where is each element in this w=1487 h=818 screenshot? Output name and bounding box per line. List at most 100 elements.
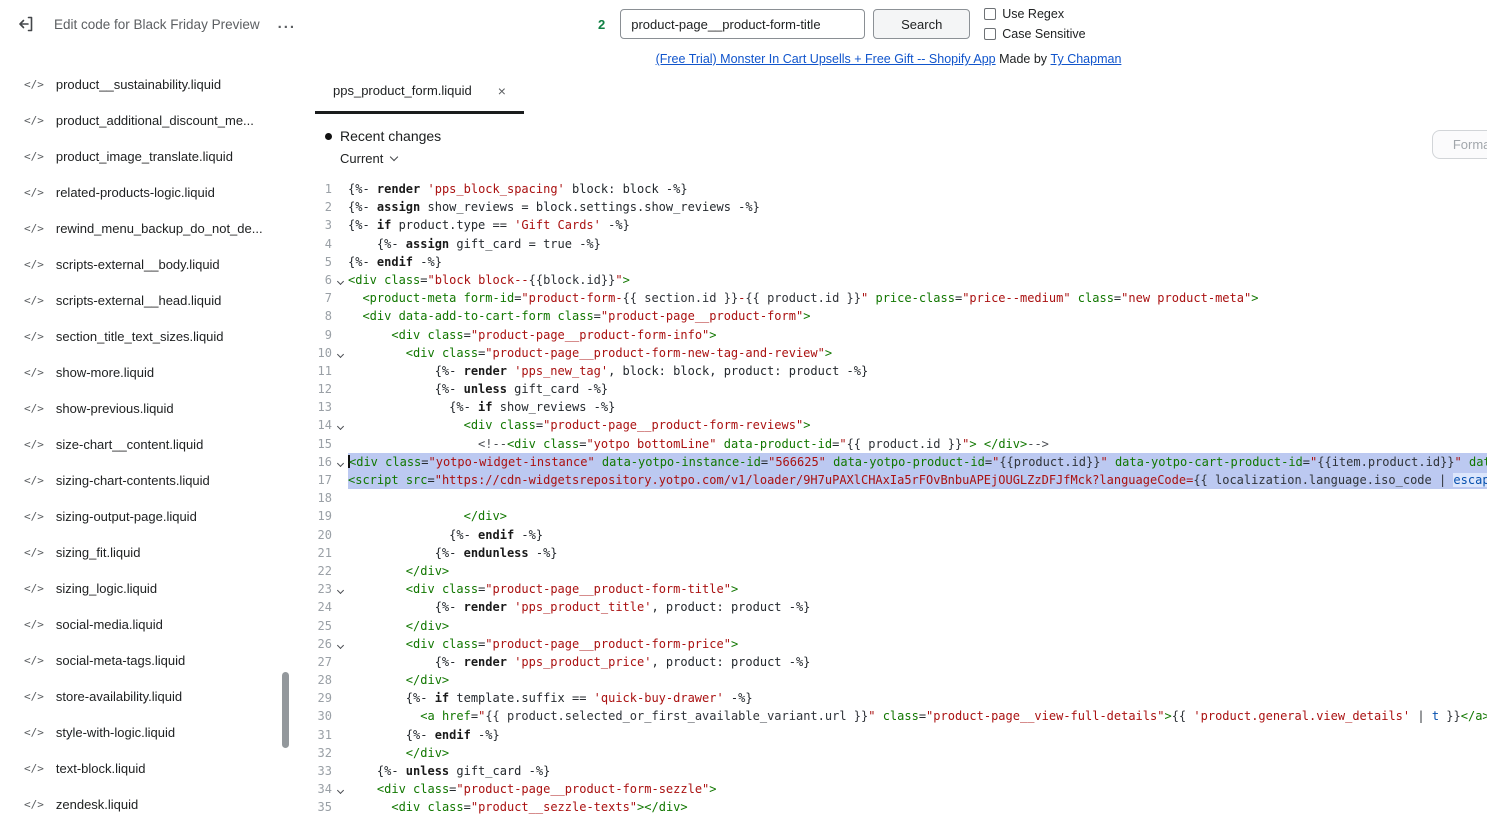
code-line[interactable]: 10 <div class="product-page__product-for… <box>290 344 1487 362</box>
code-line[interactable]: 26 <div class="product-page__product-for… <box>290 635 1487 653</box>
code-line[interactable]: 35 <div class="product__sezzle-texts"></… <box>290 798 1487 816</box>
code-line[interactable]: 29 {%- if template.suffix == 'quick-buy-… <box>290 689 1487 707</box>
code-line[interactable]: 19 </div> <box>290 507 1487 525</box>
code-text[interactable]: {%- endif -%} <box>348 253 1487 271</box>
sidebar-file-item[interactable]: </> size-chart__content.liquid <box>0 426 290 462</box>
code-text[interactable]: <div class="yotpo-widget-instance" data-… <box>348 452 1487 471</box>
code-text[interactable]: {%- if show_reviews -%} <box>348 398 1487 416</box>
code-line[interactable]: 14 <div class="product-page__product-for… <box>290 416 1487 434</box>
code-line[interactable]: 7 <product-meta form-id="product-form-{{… <box>290 289 1487 307</box>
code-line[interactable]: 24 {%- render 'pps_product_title', produ… <box>290 598 1487 616</box>
code-text[interactable]: {%- assign show_reviews = block.settings… <box>348 198 1487 216</box>
code-text[interactable]: {%- if template.suffix == 'quick-buy-dra… <box>348 689 1487 707</box>
sidebar-file-item[interactable]: </> text-block.liquid <box>0 750 290 786</box>
search-button[interactable]: Search <box>873 9 971 39</box>
code-text[interactable]: {%- render 'pps_new_tag', block: block, … <box>348 362 1487 380</box>
code-text[interactable]: {%- render 'pps_block_spacing' block: bl… <box>348 180 1487 198</box>
format-button[interactable]: Format <box>1431 130 1487 159</box>
code-line[interactable]: 9 <div class="product-page__product-form… <box>290 326 1487 344</box>
code-line[interactable]: 33 {%- unless gift_card -%} <box>290 762 1487 780</box>
code-line[interactable]: 30 <a href="{{ product.selected_or_first… <box>290 707 1487 725</box>
fold-chevron-icon[interactable] <box>336 587 344 595</box>
code-line[interactable]: 8 <div data-add-to-cart-form class="prod… <box>290 307 1487 325</box>
code-line[interactable]: 6 <div class="block block--{{block.id}}"> <box>290 271 1487 289</box>
code-line[interactable]: 22 </div> <box>290 562 1487 580</box>
sidebar-file-item[interactable]: </> product_additional_discount_me... <box>0 102 290 138</box>
use-regex-checkbox[interactable] <box>984 8 997 20</box>
sidebar-file-item[interactable]: </> sizing-output-page.liquid <box>0 498 290 534</box>
sidebar-file-item[interactable]: </> sizing_logic.liquid <box>0 570 290 606</box>
sidebar-file-item[interactable]: </> section_title_text_sizes.liquid <box>0 318 290 354</box>
code-line[interactable]: 2 {%- assign show_reviews = block.setting… <box>290 198 1487 216</box>
code-text[interactable]: <a href="{{ product.selected_or_first_av… <box>348 707 1487 725</box>
sidebar-file-item[interactable]: </> scripts-external__head.liquid <box>0 282 290 318</box>
code-line[interactable]: 11 {%- render 'pps_new_tag', block: bloc… <box>290 362 1487 380</box>
sidebar-file-item[interactable]: </> show-more.liquid <box>0 354 290 390</box>
code-line[interactable]: 27 {%- render 'pps_product_price', produ… <box>290 653 1487 671</box>
code-text[interactable]: <div class="product-page__product-form-r… <box>348 416 1487 434</box>
code-text[interactable]: <div class="product-page__product-form-n… <box>348 344 1487 362</box>
sidebar-scrollbar[interactable] <box>282 672 289 748</box>
code-line[interactable]: 31 {%- endif -%} <box>290 726 1487 744</box>
code-text[interactable]: <!--<div class="yotpo bottomLine" data-p… <box>348 435 1487 453</box>
code-text[interactable]: <div class="product__sezzle-texts"></div… <box>348 798 1487 816</box>
code-line[interactable]: 18 <box>290 489 1487 507</box>
code-text[interactable]: {%- endunless -%} <box>348 544 1487 562</box>
use-regex-option[interactable]: Use Regex <box>984 7 1085 21</box>
code-text[interactable]: <div class="product-page__product-form-t… <box>348 580 1487 598</box>
code-text[interactable]: </div> <box>348 562 1487 580</box>
author-link[interactable]: Ty Chapman <box>1051 52 1122 66</box>
code-line[interactable]: 13 {%- if show_reviews -%} <box>290 398 1487 416</box>
code-line[interactable]: 34 <div class="product-page__product-for… <box>290 780 1487 798</box>
code-text[interactable]: {%- unless gift_card -%} <box>348 380 1487 398</box>
sidebar-file-item[interactable]: </> scripts-external__body.liquid <box>0 246 290 282</box>
code-text[interactable]: <div class="product-page__product-form-s… <box>348 780 1487 798</box>
code-line[interactable]: 1 {%- render 'pps_block_spacing' block: b… <box>290 180 1487 198</box>
code-line[interactable]: 17 <script src="https://cdn-widgetsreposi… <box>290 471 1487 490</box>
fold-chevron-icon[interactable] <box>336 787 344 795</box>
sidebar-file-item[interactable]: </> related-products-logic.liquid <box>0 174 290 210</box>
code-text[interactable]: </div> <box>348 744 1487 762</box>
code-line[interactable]: 15 <!--<div class="yotpo bottomLine" dat… <box>290 435 1487 453</box>
sidebar-file-item[interactable]: </> product_image_translate.liquid <box>0 138 290 174</box>
code-text[interactable]: {%- assign gift_card = true -%} <box>348 235 1487 253</box>
case-sensitive-checkbox[interactable] <box>984 28 997 40</box>
case-sensitive-option[interactable]: Case Sensitive <box>984 27 1086 41</box>
code-line[interactable]: 5 {%- endif -%} <box>290 253 1487 271</box>
code-text[interactable]: <div data-add-to-cart-form class="produc… <box>348 307 1487 325</box>
overflow-menu-button[interactable]: ... <box>276 15 299 33</box>
code-text[interactable]: <div class="product-page__product-form-i… <box>348 326 1487 344</box>
sidebar-file-item[interactable]: </> show-previous.liquid <box>0 390 290 426</box>
sidebar-file-item[interactable]: </> rewind_menu_backup_do_not_de... <box>0 210 290 246</box>
code-text[interactable]: {%- render 'pps_product_title', product:… <box>348 598 1487 616</box>
version-dropdown[interactable]: Current <box>340 151 399 166</box>
sidebar-file-item[interactable]: </> zendesk.liquid <box>0 786 290 818</box>
fold-chevron-icon[interactable] <box>336 459 344 467</box>
code-text[interactable]: {%- endif -%} <box>348 526 1487 544</box>
sidebar-file-item[interactable]: </> store-availability.liquid <box>0 678 290 714</box>
code-line[interactable]: 21 {%- endunless -%} <box>290 544 1487 562</box>
code-line[interactable]: 25 </div> <box>290 617 1487 635</box>
code-line[interactable]: 20 {%- endif -%} <box>290 526 1487 544</box>
code-line[interactable]: 23 <div class="product-page__product-for… <box>290 580 1487 598</box>
exit-button[interactable] <box>14 12 38 36</box>
code-line[interactable]: 16 <div class="yotpo-widget-instance" dat… <box>290 452 1487 471</box>
code-text[interactable]: {%- if product.type == 'Gift Cards' -%} <box>348 216 1487 234</box>
sidebar-file-item[interactable]: </> product__sustainability.liquid <box>0 66 290 102</box>
sidebar-file-item[interactable]: </> social-media.liquid <box>0 606 290 642</box>
code-line[interactable]: 12 {%- unless gift_card -%} <box>290 380 1487 398</box>
code-text[interactable]: <div class="block block--{{block.id}}"> <box>348 271 1487 289</box>
code-line[interactable]: 4 {%- assign gift_card = true -%} <box>290 235 1487 253</box>
code-text[interactable]: {%- endif -%} <box>348 726 1487 744</box>
sidebar-file-item[interactable]: </> sizing-chart-contents.liquid <box>0 462 290 498</box>
code-line[interactable]: 32 </div> <box>290 744 1487 762</box>
tab-pps-product-form[interactable]: pps_product_form.liquid × <box>315 70 524 114</box>
code-text[interactable]: {%- unless gift_card -%} <box>348 762 1487 780</box>
code-text[interactable]: </div> <box>348 507 1487 525</box>
code-text[interactable]: </div> <box>348 671 1487 689</box>
code-line[interactable]: 3 {%- if product.type == 'Gift Cards' -%} <box>290 216 1487 234</box>
fold-chevron-icon[interactable] <box>336 423 344 431</box>
tab-close-icon[interactable]: × <box>498 83 506 99</box>
sidebar-file-item[interactable]: </> sizing_fit.liquid <box>0 534 290 570</box>
code-text[interactable]: {%- render 'pps_product_price', product:… <box>348 653 1487 671</box>
